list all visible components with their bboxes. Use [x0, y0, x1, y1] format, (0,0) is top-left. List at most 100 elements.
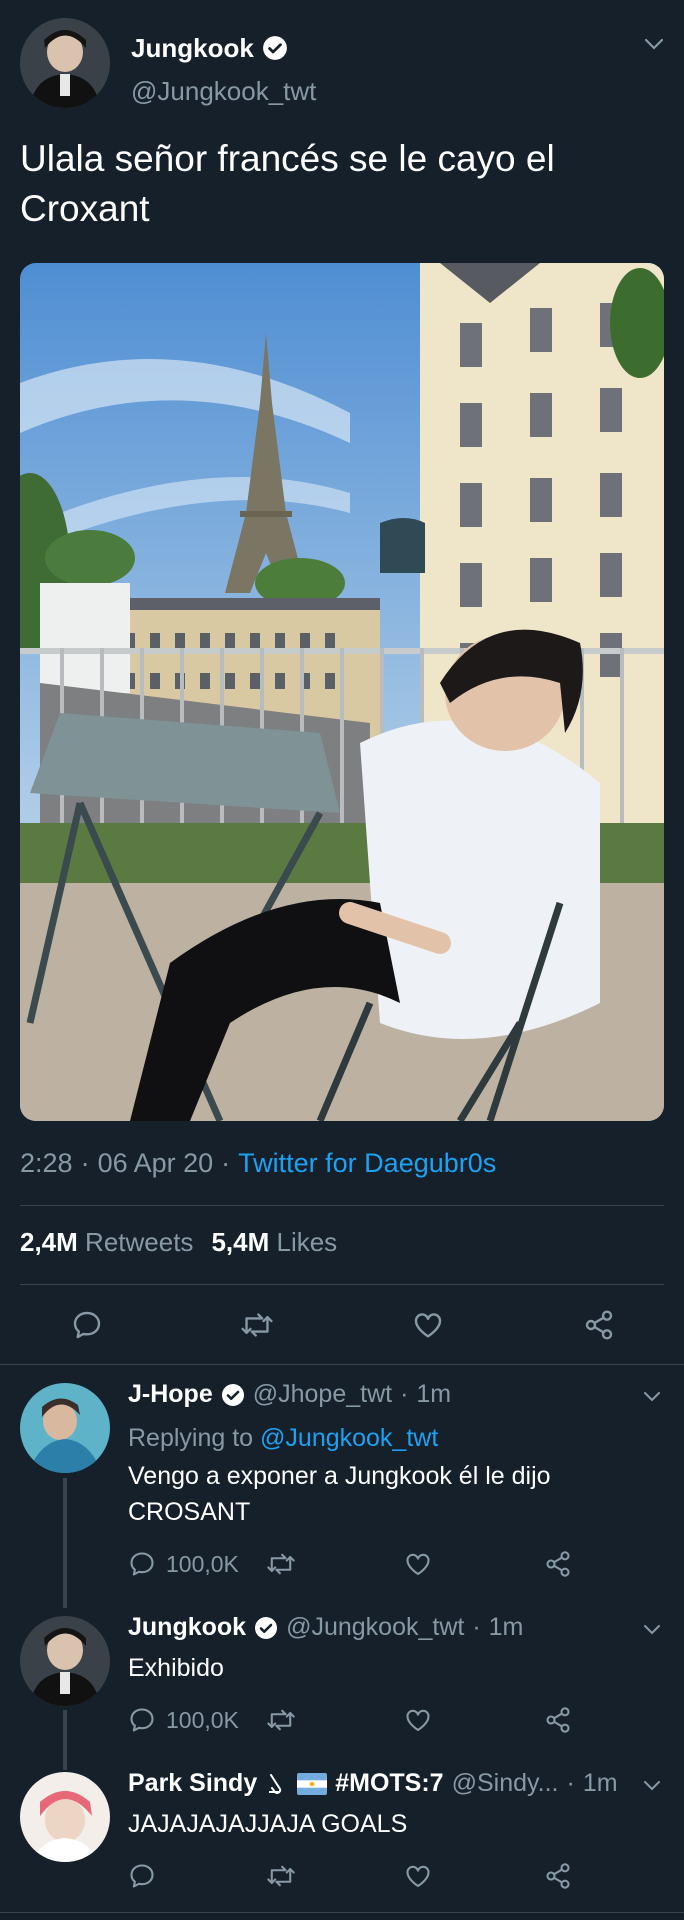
- replying-to-handle[interactable]: @Jungkook_twt: [260, 1424, 438, 1452]
- reply-text-line: Vengo a exponer a Jungkook él le dijo: [128, 1462, 551, 1490]
- retweet-icon: [241, 1313, 273, 1337]
- like-button[interactable]: [404, 1858, 432, 1894]
- reply-actions: 100,0K: [128, 1702, 588, 1738]
- tweet-time: 2:28: [20, 1148, 73, 1178]
- saxophone-icon: [265, 1772, 289, 1796]
- reply-button[interactable]: 100,0K: [128, 1546, 239, 1582]
- meta-separator: ·: [400, 1380, 409, 1408]
- reply-icon: [130, 1552, 154, 1576]
- reply-text-line: JAJAJAJAJJAJA GOALS: [128, 1810, 408, 1838]
- tweet-text-line: Ulala señor francés se le cayo el: [20, 138, 555, 179]
- share-button[interactable]: [544, 1546, 572, 1582]
- retweet-icon: [267, 1865, 295, 1887]
- reply-author-name[interactable]: Jungkook: [128, 1613, 246, 1642]
- likes-count: 5,4M: [211, 1227, 270, 1257]
- retweets-count: 2,4M: [20, 1227, 78, 1257]
- divider: [0, 1364, 684, 1365]
- retweets-label: Retweets: [85, 1227, 194, 1257]
- retweet-button[interactable]: [266, 1546, 296, 1582]
- divider: [0, 1912, 684, 1913]
- reply-text-line: Exhibido: [128, 1654, 224, 1682]
- share-icon: [546, 1551, 570, 1577]
- reply-time: 1m: [416, 1380, 452, 1408]
- like-button[interactable]: [404, 1546, 432, 1582]
- reply-author-handle[interactable]: @Jungkook_twt: [286, 1613, 464, 1642]
- reply-icon: [130, 1708, 154, 1732]
- replying-to: Replying to @Jungkook_twt: [128, 1420, 438, 1456]
- share-button[interactable]: [544, 1858, 572, 1894]
- meta-separator: ·: [80, 1148, 90, 1178]
- divider: [20, 1205, 664, 1206]
- chevron-down-icon[interactable]: [640, 1617, 664, 1641]
- chevron-down-icon[interactable]: [642, 32, 666, 56]
- likes-label: Likes: [276, 1227, 338, 1257]
- retweet-button[interactable]: [266, 1858, 296, 1894]
- share-icon: [585, 1310, 613, 1340]
- verified-badge-icon: [221, 1383, 245, 1407]
- reply-button[interactable]: [128, 1858, 156, 1894]
- reply-header: J-Hope @Jhope_twt · 1m: [128, 1380, 451, 1409]
- tweet-actions: [20, 1300, 664, 1350]
- reply-author-handle[interactable]: @Jhope_twt: [253, 1380, 392, 1409]
- reply-header: Park Sindy #MOTS:7 @Sindy... · 1m: [128, 1769, 618, 1798]
- reply-text: Exhibido: [128, 1650, 224, 1686]
- verified-badge-icon: [254, 1616, 278, 1640]
- reply-author-name[interactable]: Park Sindy: [128, 1769, 257, 1798]
- meta-separator: ·: [566, 1769, 575, 1797]
- reply-text-line: CROSANT: [128, 1498, 251, 1526]
- reply-actions: [128, 1858, 588, 1894]
- retweets-stat[interactable]: 2,4M Retweets: [20, 1227, 193, 1258]
- reply-text: JAJAJAJAJJAJA GOALS: [128, 1806, 407, 1842]
- tweet-source-link[interactable]: Twitter for Daegubr0s: [238, 1148, 496, 1179]
- author-handle[interactable]: @Jungkook_twt: [131, 76, 316, 107]
- tweet-text: Ulala señor francés se le cayo el Croxan…: [20, 134, 660, 234]
- meta-separator: ·: [472, 1613, 481, 1641]
- retweet-button[interactable]: [232, 1300, 282, 1350]
- reply-count: 100,0K: [166, 1706, 239, 1733]
- avatar[interactable]: [20, 1616, 110, 1706]
- verified-badge-icon: [262, 35, 288, 61]
- reply-author-name-suffix: #MOTS:7: [335, 1769, 444, 1797]
- reply-author-handle[interactable]: @Sindy...: [452, 1769, 559, 1798]
- divider: [20, 1284, 664, 1285]
- retweet-button[interactable]: [266, 1702, 296, 1738]
- reply-text: Vengo a exponer a Jungkook él le dijo CR…: [128, 1458, 551, 1530]
- author-avatar[interactable]: [20, 18, 110, 108]
- heart-icon: [406, 1709, 430, 1731]
- argentina-flag-icon: [297, 1772, 328, 1795]
- heart-icon: [414, 1313, 442, 1338]
- reply-time: 1m: [582, 1769, 618, 1797]
- reply-button[interactable]: 100,0K: [128, 1702, 239, 1738]
- avatar[interactable]: [20, 1772, 110, 1862]
- reply-icon: [130, 1864, 154, 1888]
- like-button[interactable]: [403, 1300, 453, 1350]
- tweet-stats: 2,4M Retweets 5,4M Likes: [20, 1227, 337, 1258]
- heart-icon: [406, 1865, 430, 1887]
- share-button[interactable]: [574, 1300, 624, 1350]
- like-button[interactable]: [404, 1702, 432, 1738]
- reply-button[interactable]: [62, 1300, 112, 1350]
- chevron-down-icon[interactable]: [640, 1773, 664, 1797]
- share-button[interactable]: [544, 1702, 572, 1738]
- author-name[interactable]: Jungkook: [131, 33, 254, 64]
- thread-line: [63, 1478, 67, 1608]
- reply-author-name[interactable]: J-Hope: [128, 1380, 213, 1409]
- chevron-down-icon[interactable]: [640, 1384, 664, 1408]
- reply-time: 1m: [488, 1613, 524, 1641]
- author-name-row: Jungkook: [131, 30, 288, 66]
- share-icon: [546, 1707, 570, 1733]
- likes-stat[interactable]: 5,4M Likes: [211, 1227, 337, 1258]
- tweet-text-line: Croxant: [20, 188, 150, 229]
- reply-header: Jungkook @Jungkook_twt · 1m: [128, 1613, 523, 1642]
- meta-separator: ·: [221, 1148, 231, 1178]
- replying-to-prefix: Replying to: [128, 1424, 254, 1452]
- tweet-date: 06 Apr 20: [97, 1148, 214, 1178]
- reply-actions: 100,0K: [128, 1546, 588, 1582]
- thread-line: [63, 1710, 67, 1770]
- share-icon: [546, 1863, 570, 1889]
- tweet-photo[interactable]: [20, 263, 664, 1121]
- reply-count: 100,0K: [166, 1550, 239, 1577]
- tweet-meta: 2:28 · 06 Apr 20 · Twitter for Daegubr0s: [20, 1148, 496, 1179]
- retweet-icon: [267, 1709, 295, 1731]
- avatar[interactable]: [20, 1383, 110, 1473]
